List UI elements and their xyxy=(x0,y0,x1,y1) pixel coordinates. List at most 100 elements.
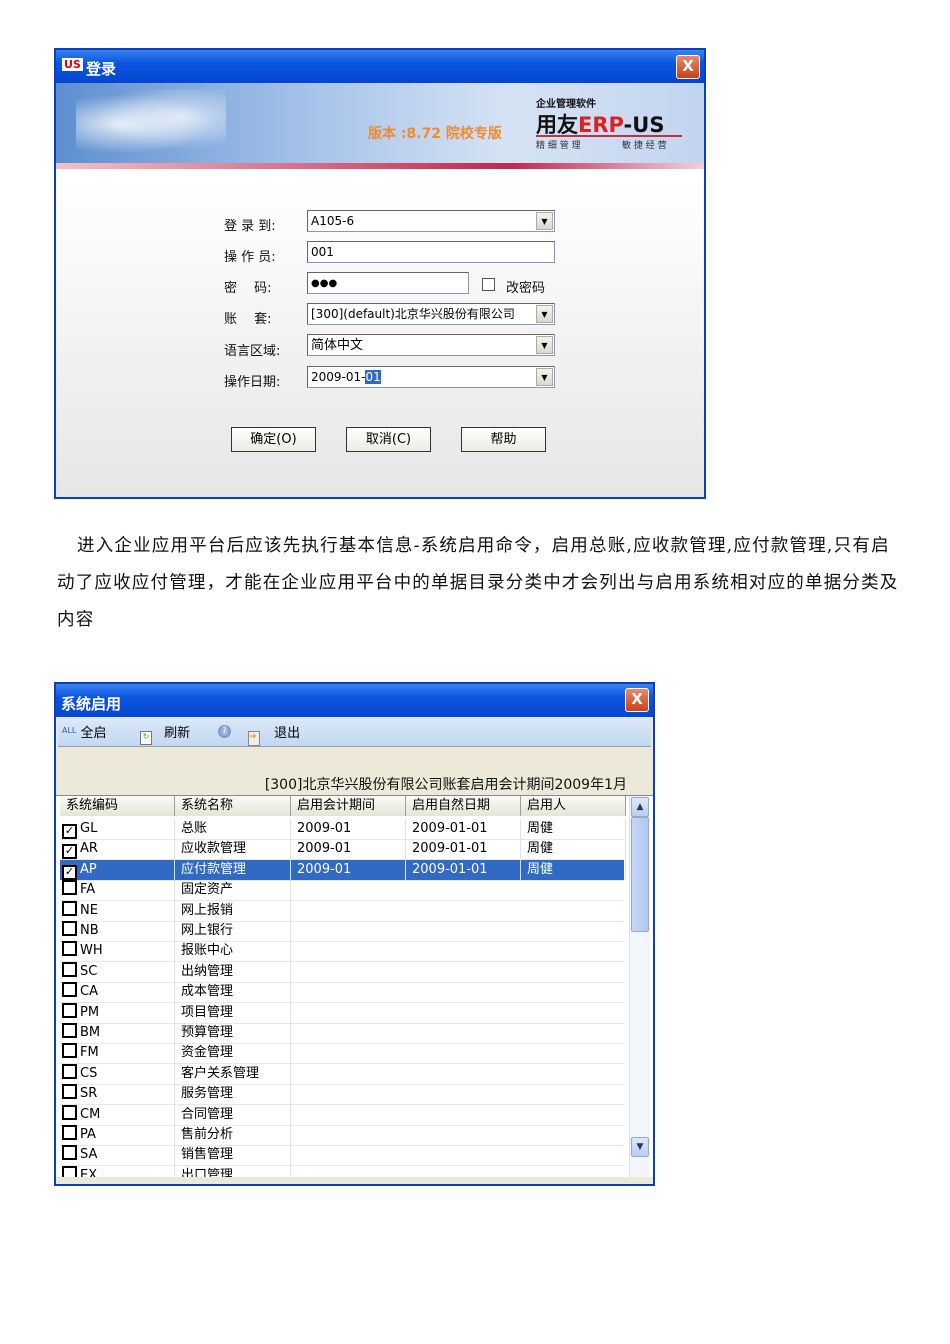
document-page: US 登录 X 版本 :8.72 院校专版 企业管理软件 用友ERP-US 精 … xyxy=(0,0,950,1344)
enable-checkbox[interactable] xyxy=(62,900,77,916)
systems-table: 系统编码 系统名称 启用会计期间 启用自然日期 启用人 ✓ GL 总账 2009-01 2009… xyxy=(56,795,653,1177)
table-row[interactable]: NB 网上银行 xyxy=(60,921,624,942)
cell-code: CA xyxy=(60,982,175,1003)
login-titlebar: US 登录 X xyxy=(56,50,704,83)
system-code: SR xyxy=(80,1086,98,1102)
table-row[interactable]: CS 客户关系管理 xyxy=(60,1063,624,1085)
column-header[interactable]: 系统编码 xyxy=(60,796,175,816)
chevron-down-icon[interactable]: ▼ xyxy=(536,212,553,230)
system-code: FA xyxy=(80,882,96,898)
table-row[interactable]: SC 出纳管理 xyxy=(60,961,624,983)
enable-checkbox[interactable]: ✓ xyxy=(62,864,77,880)
system-code: CA xyxy=(80,984,98,1000)
enable-checkbox[interactable] xyxy=(62,1165,77,1177)
scrollbar[interactable]: ▲ ▼ xyxy=(629,796,650,1177)
ok-button[interactable]: 确定(O) xyxy=(231,427,316,452)
server-select[interactable]: A105-6 ▼ xyxy=(307,210,555,232)
enable-checkbox[interactable] xyxy=(62,921,77,936)
scroll-down-icon[interactable]: ▼ xyxy=(631,1137,649,1157)
exit-button[interactable]: ➜ 退出 xyxy=(248,722,300,746)
enable-checkbox[interactable] xyxy=(62,1063,77,1079)
cell-name: 应收款管理 xyxy=(175,839,291,860)
table-row[interactable]: EX 出口管理 xyxy=(60,1165,624,1177)
column-header[interactable]: 启用人 xyxy=(521,796,626,816)
enable-checkbox[interactable] xyxy=(62,1043,77,1059)
cell-code: BM xyxy=(60,1023,175,1043)
refresh-button[interactable]: ↻ 刷新 xyxy=(140,722,190,745)
enable-checkbox[interactable]: ✓ xyxy=(62,844,77,860)
enable-checkbox[interactable]: ✓ xyxy=(62,824,77,839)
enable-all-button[interactable]: ALL 全启 xyxy=(62,722,107,741)
table-row[interactable]: NE 网上报销 xyxy=(60,900,624,922)
change-password-checkbox[interactable] xyxy=(482,278,495,291)
column-header[interactable]: 系统名称 xyxy=(175,796,291,816)
close-icon[interactable]: X xyxy=(676,55,700,79)
cell-code: ✓ GL xyxy=(60,819,175,839)
brand-suffix: -US xyxy=(623,113,665,137)
cell-name: 出纳管理 xyxy=(175,961,291,982)
cell-name: 固定资产 xyxy=(175,880,291,901)
table-row[interactable]: ✓ AR 应收款管理 2009-01 2009-01-01 周健 xyxy=(60,839,626,861)
cell-code: NE xyxy=(60,900,175,921)
table-row[interactable]: PM 项目管理 xyxy=(60,1002,624,1024)
cell-code: WH xyxy=(60,941,175,962)
cell-date: 2009-01-01 xyxy=(406,839,521,860)
enable-checkbox[interactable] xyxy=(62,941,77,957)
table-row[interactable]: WH 报账中心 xyxy=(60,941,624,963)
column-header[interactable]: 启用会计期间 xyxy=(291,796,406,816)
date-select[interactable]: 2009-01-01 ▼ xyxy=(307,366,555,388)
table-row[interactable]: ✓ AP 应付款管理 2009-01 2009-01-01 周健 xyxy=(60,859,626,881)
enable-checkbox[interactable] xyxy=(62,1002,77,1018)
chevron-down-icon[interactable]: ▼ xyxy=(536,305,553,323)
brand-divider xyxy=(536,135,682,137)
system-code: GL xyxy=(80,821,98,836)
cancel-button[interactable]: 取消(C) xyxy=(346,427,431,452)
column-header[interactable]: 启用自然日期 xyxy=(406,796,521,816)
scroll-thumb[interactable] xyxy=(631,817,649,932)
table-row[interactable]: ✓ GL 总账 2009-01 2009-01-01 周健 xyxy=(60,819,626,840)
help-button[interactable]: 帮助 xyxy=(461,427,546,452)
system-code: WH xyxy=(80,943,103,959)
table-row[interactable]: CM 合同管理 xyxy=(60,1104,624,1126)
system-code: CS xyxy=(80,1065,98,1081)
cell-name: 报账中心 xyxy=(175,941,291,962)
enable-checkbox[interactable] xyxy=(62,880,77,896)
locale-select[interactable]: 简体中文 ▼ xyxy=(307,334,555,356)
table-row[interactable]: SA 销售管理 xyxy=(60,1145,624,1167)
enable-checkbox[interactable] xyxy=(62,1145,77,1161)
cell-code: ✓ AR xyxy=(60,839,175,860)
table-row[interactable]: BM 预算管理 xyxy=(60,1023,624,1044)
cell-code: ✓ AP xyxy=(60,859,175,880)
change-password-label: 改密码 xyxy=(506,281,546,296)
cell-code: FA xyxy=(60,880,175,901)
table-row[interactable]: CA 成本管理 xyxy=(60,982,624,1004)
chevron-down-icon[interactable]: ▼ xyxy=(536,368,553,386)
close-icon[interactable]: X xyxy=(625,688,649,712)
password-input[interactable]: ●●● xyxy=(307,272,469,294)
account-select[interactable]: [300](default)北京华兴股份有限公司 ▼ xyxy=(307,303,555,325)
cell-name: 成本管理 xyxy=(175,982,291,1003)
system-code: CM xyxy=(80,1106,101,1122)
cell-name: 服务管理 xyxy=(175,1084,291,1105)
table-row[interactable]: PA 售前分析 xyxy=(60,1125,624,1146)
cell-name: 网上报销 xyxy=(175,900,291,921)
system-code: PA xyxy=(80,1127,96,1142)
table-row[interactable]: FA 固定资产 xyxy=(60,880,624,902)
enable-checkbox[interactable] xyxy=(62,1104,77,1120)
server-label: 登 录 到: xyxy=(224,219,276,234)
date-value: 2009-01- xyxy=(311,370,366,384)
enable-checkbox[interactable] xyxy=(62,1125,77,1140)
locale-value: 简体中文 xyxy=(311,338,364,353)
refresh-icon: ↻ xyxy=(140,731,152,745)
scroll-up-icon[interactable]: ▲ xyxy=(631,797,649,817)
enable-checkbox[interactable] xyxy=(62,1084,77,1100)
help-icon[interactable]: ? xyxy=(218,725,231,738)
table-row[interactable]: FM 资金管理 xyxy=(60,1043,624,1065)
operator-input[interactable]: 001 xyxy=(307,241,555,263)
cell-name: 合同管理 xyxy=(175,1104,291,1125)
enable-checkbox[interactable] xyxy=(62,961,77,977)
chevron-down-icon[interactable]: ▼ xyxy=(536,336,553,354)
enable-checkbox[interactable] xyxy=(62,1023,77,1038)
table-row[interactable]: SR 服务管理 xyxy=(60,1084,624,1106)
enable-checkbox[interactable] xyxy=(62,982,77,998)
